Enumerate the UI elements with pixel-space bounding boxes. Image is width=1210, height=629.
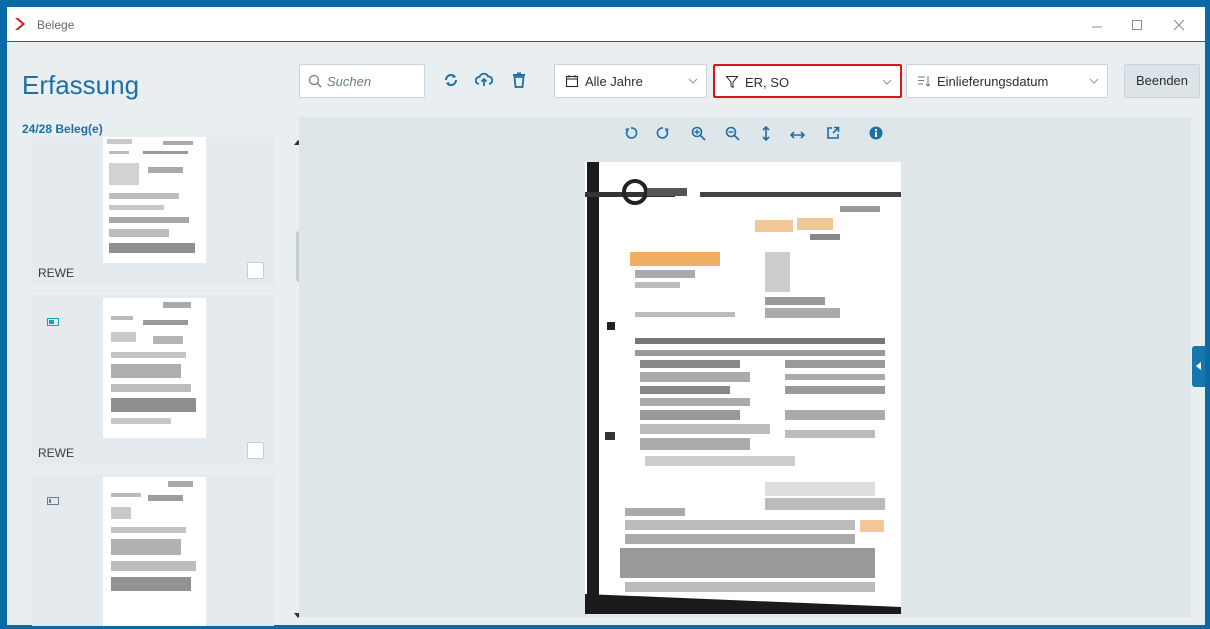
caret-left-icon (1196, 362, 1201, 370)
side-panel-toggle[interactable] (1192, 346, 1205, 387)
chevron-down-icon (882, 79, 892, 85)
document-count: 24/28 Beleg(e) (22, 122, 103, 136)
zoom-in-icon[interactable] (691, 126, 711, 146)
vendor-name: REWE (38, 266, 74, 280)
sort-dropdown[interactable]: Einlieferungsdatum (906, 64, 1108, 98)
trash-icon[interactable] (512, 72, 532, 92)
close-button[interactable]: Beenden (1124, 64, 1200, 98)
document-list: REWE REWE (19, 137, 303, 626)
type-filter-dropdown[interactable]: ER, SO (713, 64, 902, 98)
info-icon[interactable] (869, 126, 889, 146)
fit-width-icon[interactable] (789, 126, 810, 146)
rotate-right-icon[interactable] (656, 126, 676, 146)
document-preview (299, 117, 1191, 617)
list-item[interactable]: REWE (32, 137, 274, 286)
receipt-image (585, 162, 905, 614)
calendar-icon (565, 75, 579, 88)
year-filter-label: Alle Jahre (585, 74, 643, 89)
title-bar: Belege (7, 7, 1205, 41)
app-logo-icon (13, 17, 29, 36)
search-input[interactable]: Suchen (299, 64, 425, 98)
year-filter-dropdown[interactable]: Alle Jahre (554, 64, 707, 98)
select-checkbox[interactable] (247, 442, 264, 459)
rotate-left-icon[interactable] (624, 126, 644, 146)
search-placeholder: Suchen (327, 74, 372, 89)
list-item[interactable]: REWE (32, 295, 274, 464)
type-filter-label: ER, SO (745, 75, 790, 90)
cloud-upload-icon[interactable] (474, 72, 495, 92)
document-thumbnail (103, 477, 206, 626)
filter-icon (725, 76, 739, 89)
app-window: Belege Erfassung 24/28 Beleg(e) Suchen A… (7, 7, 1205, 626)
chevron-down-icon (1089, 78, 1099, 84)
sort-icon (918, 76, 931, 87)
refresh-icon[interactable] (443, 72, 463, 92)
receipt-type-icon (47, 313, 59, 331)
search-icon (308, 74, 322, 88)
receipt-type-icon (47, 492, 59, 510)
app-content: Erfassung 24/28 Beleg(e) Suchen Alle Jah… (7, 41, 1205, 626)
open-external-icon[interactable] (826, 126, 846, 146)
maximize-button[interactable] (1121, 13, 1153, 37)
sort-label: Einlieferungsdatum (937, 74, 1049, 89)
document-thumbnail (103, 137, 206, 263)
list-item[interactable] (32, 474, 274, 626)
vendor-name: REWE (38, 446, 74, 460)
page-title: Erfassung (22, 70, 140, 100)
fit-height-icon[interactable] (762, 125, 782, 146)
close-window-button[interactable] (1163, 13, 1195, 37)
window-title: Belege (37, 18, 75, 32)
zoom-out-icon[interactable] (725, 126, 745, 146)
chevron-down-icon (688, 78, 698, 84)
select-checkbox[interactable] (247, 262, 264, 279)
document-thumbnail (103, 298, 206, 438)
minimize-button[interactable] (1081, 13, 1113, 37)
